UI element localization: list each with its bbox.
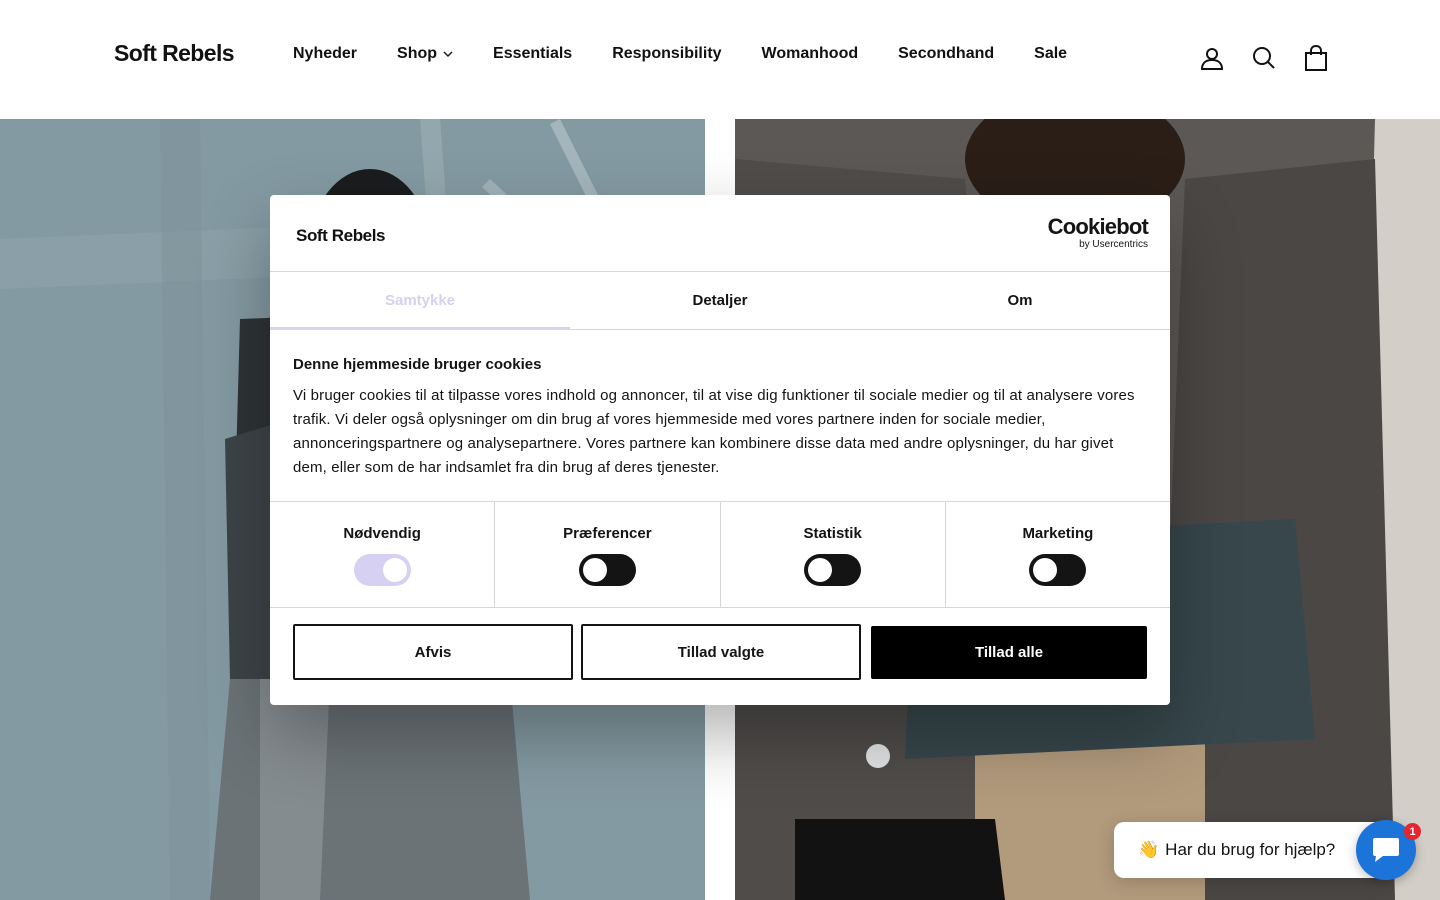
nav-item-nyheder[interactable]: Nyheder	[293, 45, 357, 63]
dialog-body: Denne hjemmeside bruger cookies Vi bruge…	[270, 330, 1170, 502]
nav-item-responsibility[interactable]: Responsibility	[612, 45, 721, 63]
toggle-necessary: Nødvendig	[270, 502, 496, 607]
tab-om[interactable]: Om	[870, 272, 1170, 329]
tab-samtykke[interactable]: Samtykke	[270, 272, 570, 330]
switch-knob	[382, 558, 407, 582]
toggle-preferences: Præferencer	[495, 502, 721, 607]
nav-item-secondhand[interactable]: Secondhand	[898, 45, 994, 63]
cookiebot-name: Cookiebot	[1047, 214, 1149, 239]
dialog-header: Soft Rebels Cookiebot by Usercentrics	[270, 195, 1170, 272]
tab-detaljer[interactable]: Detaljer	[570, 272, 870, 329]
nav-label: Shop	[397, 45, 438, 62]
wave-icon: 👋	[1138, 840, 1160, 859]
cookiebot-sub: by Usercentrics	[1079, 239, 1148, 250]
notification-badge: 1	[1404, 823, 1421, 840]
chat-icon	[1373, 838, 1399, 862]
toggle-label: Statistik	[803, 525, 862, 542]
nav-label: Sale	[1034, 45, 1068, 62]
search-icon[interactable]	[1252, 45, 1276, 71]
toggle-label: Præferencer	[563, 525, 652, 542]
nav-item-womanhood[interactable]: Womanhood	[762, 45, 859, 63]
cookiebot-logo[interactable]: Cookiebot by Usercentrics	[1047, 214, 1149, 251]
nav-label: Nyheder	[293, 45, 358, 62]
toggle-label: Nødvendig	[343, 525, 421, 542]
account-icon[interactable]	[1200, 45, 1224, 71]
toggle-marketing: Marketing	[946, 502, 1170, 607]
preferences-switch[interactable]	[578, 554, 636, 586]
dialog-buttons: Afvis Tillad valgte Tillad alle	[270, 608, 1170, 680]
switch-knob	[1033, 558, 1058, 582]
dialog-logo: Soft Rebels	[296, 226, 386, 245]
chat-prompt-bubble[interactable]: 👋 Har du brug for hjælp?	[1114, 822, 1384, 878]
necessary-switch	[353, 554, 411, 586]
allow-selected-button[interactable]: Tillad valgte	[581, 624, 861, 680]
nav-item-essentials[interactable]: Essentials	[493, 45, 572, 63]
header-icons	[1200, 45, 1328, 71]
chat-prompt-text: Har du brug for hjælp?	[1165, 840, 1336, 859]
nav-label: Secondhand	[898, 45, 995, 62]
switch-knob	[582, 558, 607, 582]
allow-all-button[interactable]: Tillad alle	[871, 626, 1147, 679]
nav-label: Womanhood	[761, 45, 859, 62]
toggle-statistics: Statistik	[721, 502, 946, 607]
cart-icon[interactable]	[1304, 45, 1328, 71]
dialog-text: Vi bruger cookies til at tilpasse vores …	[293, 387, 1135, 476]
consent-toggles: Nødvendig Præferencer Statistik Marketin…	[270, 502, 1170, 608]
toggle-label: Marketing	[1022, 525, 1094, 542]
nav-label: Essentials	[493, 45, 573, 62]
chevron-down-icon	[443, 51, 453, 57]
marketing-switch[interactable]	[1029, 554, 1087, 586]
cookie-consent-dialog: Soft Rebels Cookiebot by Usercentrics Sa…	[270, 195, 1170, 705]
dialog-title: Denne hjemmeside bruger cookies	[293, 356, 542, 373]
site-header: Soft Rebels Nyheder Shop Essentials Resp…	[0, 0, 1440, 119]
reject-button[interactable]: Afvis	[293, 624, 573, 680]
site-logo[interactable]: Soft Rebels	[114, 40, 235, 67]
dialog-tabs: Samtykke Detaljer Om	[270, 272, 1170, 330]
main-nav: Nyheder Shop Essentials Responsibility W…	[293, 45, 1067, 63]
nav-item-sale[interactable]: Sale	[1034, 45, 1067, 63]
nav-label: Responsibility	[612, 45, 722, 62]
statistics-switch[interactable]	[804, 554, 862, 586]
switch-knob	[808, 558, 833, 582]
nav-item-shop[interactable]: Shop	[397, 45, 453, 63]
